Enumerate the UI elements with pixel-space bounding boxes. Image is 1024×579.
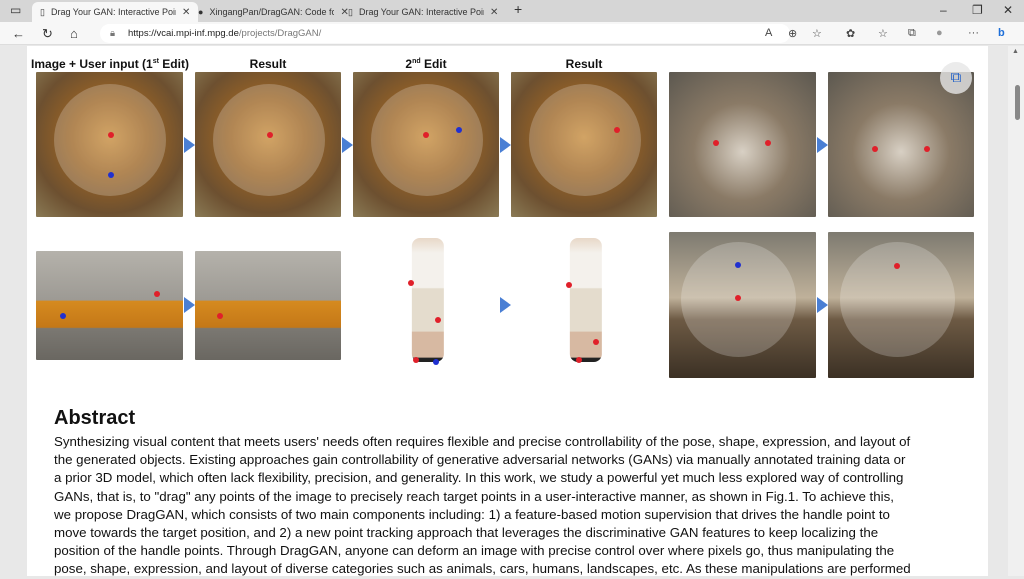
car-result-image: [195, 251, 341, 360]
page-icon: ▯: [348, 6, 353, 17]
caption-1st-edit: Image + User input (1st Edit): [31, 57, 189, 71]
collections-icon[interactable]: ⧉: [908, 27, 916, 40]
arrow-icon: [184, 137, 195, 153]
bing-icon[interactable]: b: [998, 27, 1005, 39]
caption-result-2: Result: [565, 57, 603, 71]
page-icon: ▯: [40, 6, 45, 17]
scrollbar[interactable]: ▲: [1008, 46, 1024, 576]
minimize-icon[interactable]: –: [940, 3, 947, 17]
favorite-add-icon[interactable]: ☆: [812, 27, 822, 40]
lock-icon: 🔒︎: [110, 28, 116, 39]
lion-input-image: [36, 72, 183, 217]
arrow-icon: [817, 137, 828, 153]
cat-result-image: [828, 72, 974, 217]
tab-1[interactable]: ▯ Drag Your GAN: Interactive Point ✕: [32, 2, 199, 22]
favorites-icon[interactable]: ☆: [878, 27, 888, 40]
abstract-heading: Abstract: [54, 407, 136, 429]
scrollbar-thumb[interactable]: [1015, 85, 1020, 120]
cat-input-image: [669, 72, 816, 217]
arrow-icon: [500, 137, 511, 153]
address-bar-row: ← ↻ ⌂ 🔒︎ https://vcai.mpi-inf.mpg.de/proj…: [0, 22, 1024, 45]
close-window-icon[interactable]: ✕: [1003, 3, 1013, 17]
read-aloud-icon[interactable]: A: [765, 27, 772, 39]
lion-result-2-image: [511, 72, 657, 217]
zoom-icon[interactable]: ⊕: [788, 27, 797, 40]
caption-2nd-edit: 2nd Edit: [405, 57, 447, 71]
landscape-input-image: [669, 232, 816, 378]
new-tab-button[interactable]: +: [514, 1, 522, 17]
url-input[interactable]: 🔒︎ https://vcai.mpi-inf.mpg.de/projects/D…: [100, 24, 790, 43]
github-icon: ●: [198, 7, 204, 17]
caption-result: Result: [249, 57, 287, 71]
profile-avatar[interactable]: ●: [936, 27, 943, 39]
arrow-icon: [817, 297, 828, 313]
tab-bar: ▭ ▯ Drag Your GAN: Interactive Point ✕ ● Xi…: [0, 0, 1024, 22]
arrow-icon: [184, 297, 195, 313]
arrow-icon: [342, 137, 353, 153]
tab-2[interactable]: ● XingangPan/DragGAN: Code for ✕: [190, 2, 357, 22]
home-icon[interactable]: ⌂: [70, 26, 78, 41]
scroll-up-icon[interactable]: ▲: [1012, 48, 1019, 55]
person-result-image: [538, 222, 633, 377]
refresh-icon[interactable]: ↻: [42, 26, 53, 42]
lion-result-image: [195, 72, 341, 217]
tab-actions-icon[interactable]: ▭: [10, 3, 21, 17]
car-input-image: [36, 251, 183, 360]
close-tab-icon[interactable]: ✕: [490, 7, 498, 18]
visual-search-button[interactable]: ⧉: [940, 62, 972, 94]
restore-icon[interactable]: ❐: [972, 3, 983, 17]
abstract-text: Synthesizing visual content that meets u…: [54, 434, 911, 577]
landscape-result-image: [828, 232, 974, 378]
more-icon[interactable]: ···: [968, 27, 979, 39]
tab-3[interactable]: ▯ Drag Your GAN: Interactive Point ✕: [340, 2, 506, 22]
person-input-image: [380, 222, 475, 377]
extensions-icon[interactable]: ✿: [846, 27, 855, 40]
arrow-icon: [500, 297, 511, 313]
lion-2nd-edit-image: [353, 72, 499, 217]
back-icon[interactable]: ←: [12, 26, 25, 41]
